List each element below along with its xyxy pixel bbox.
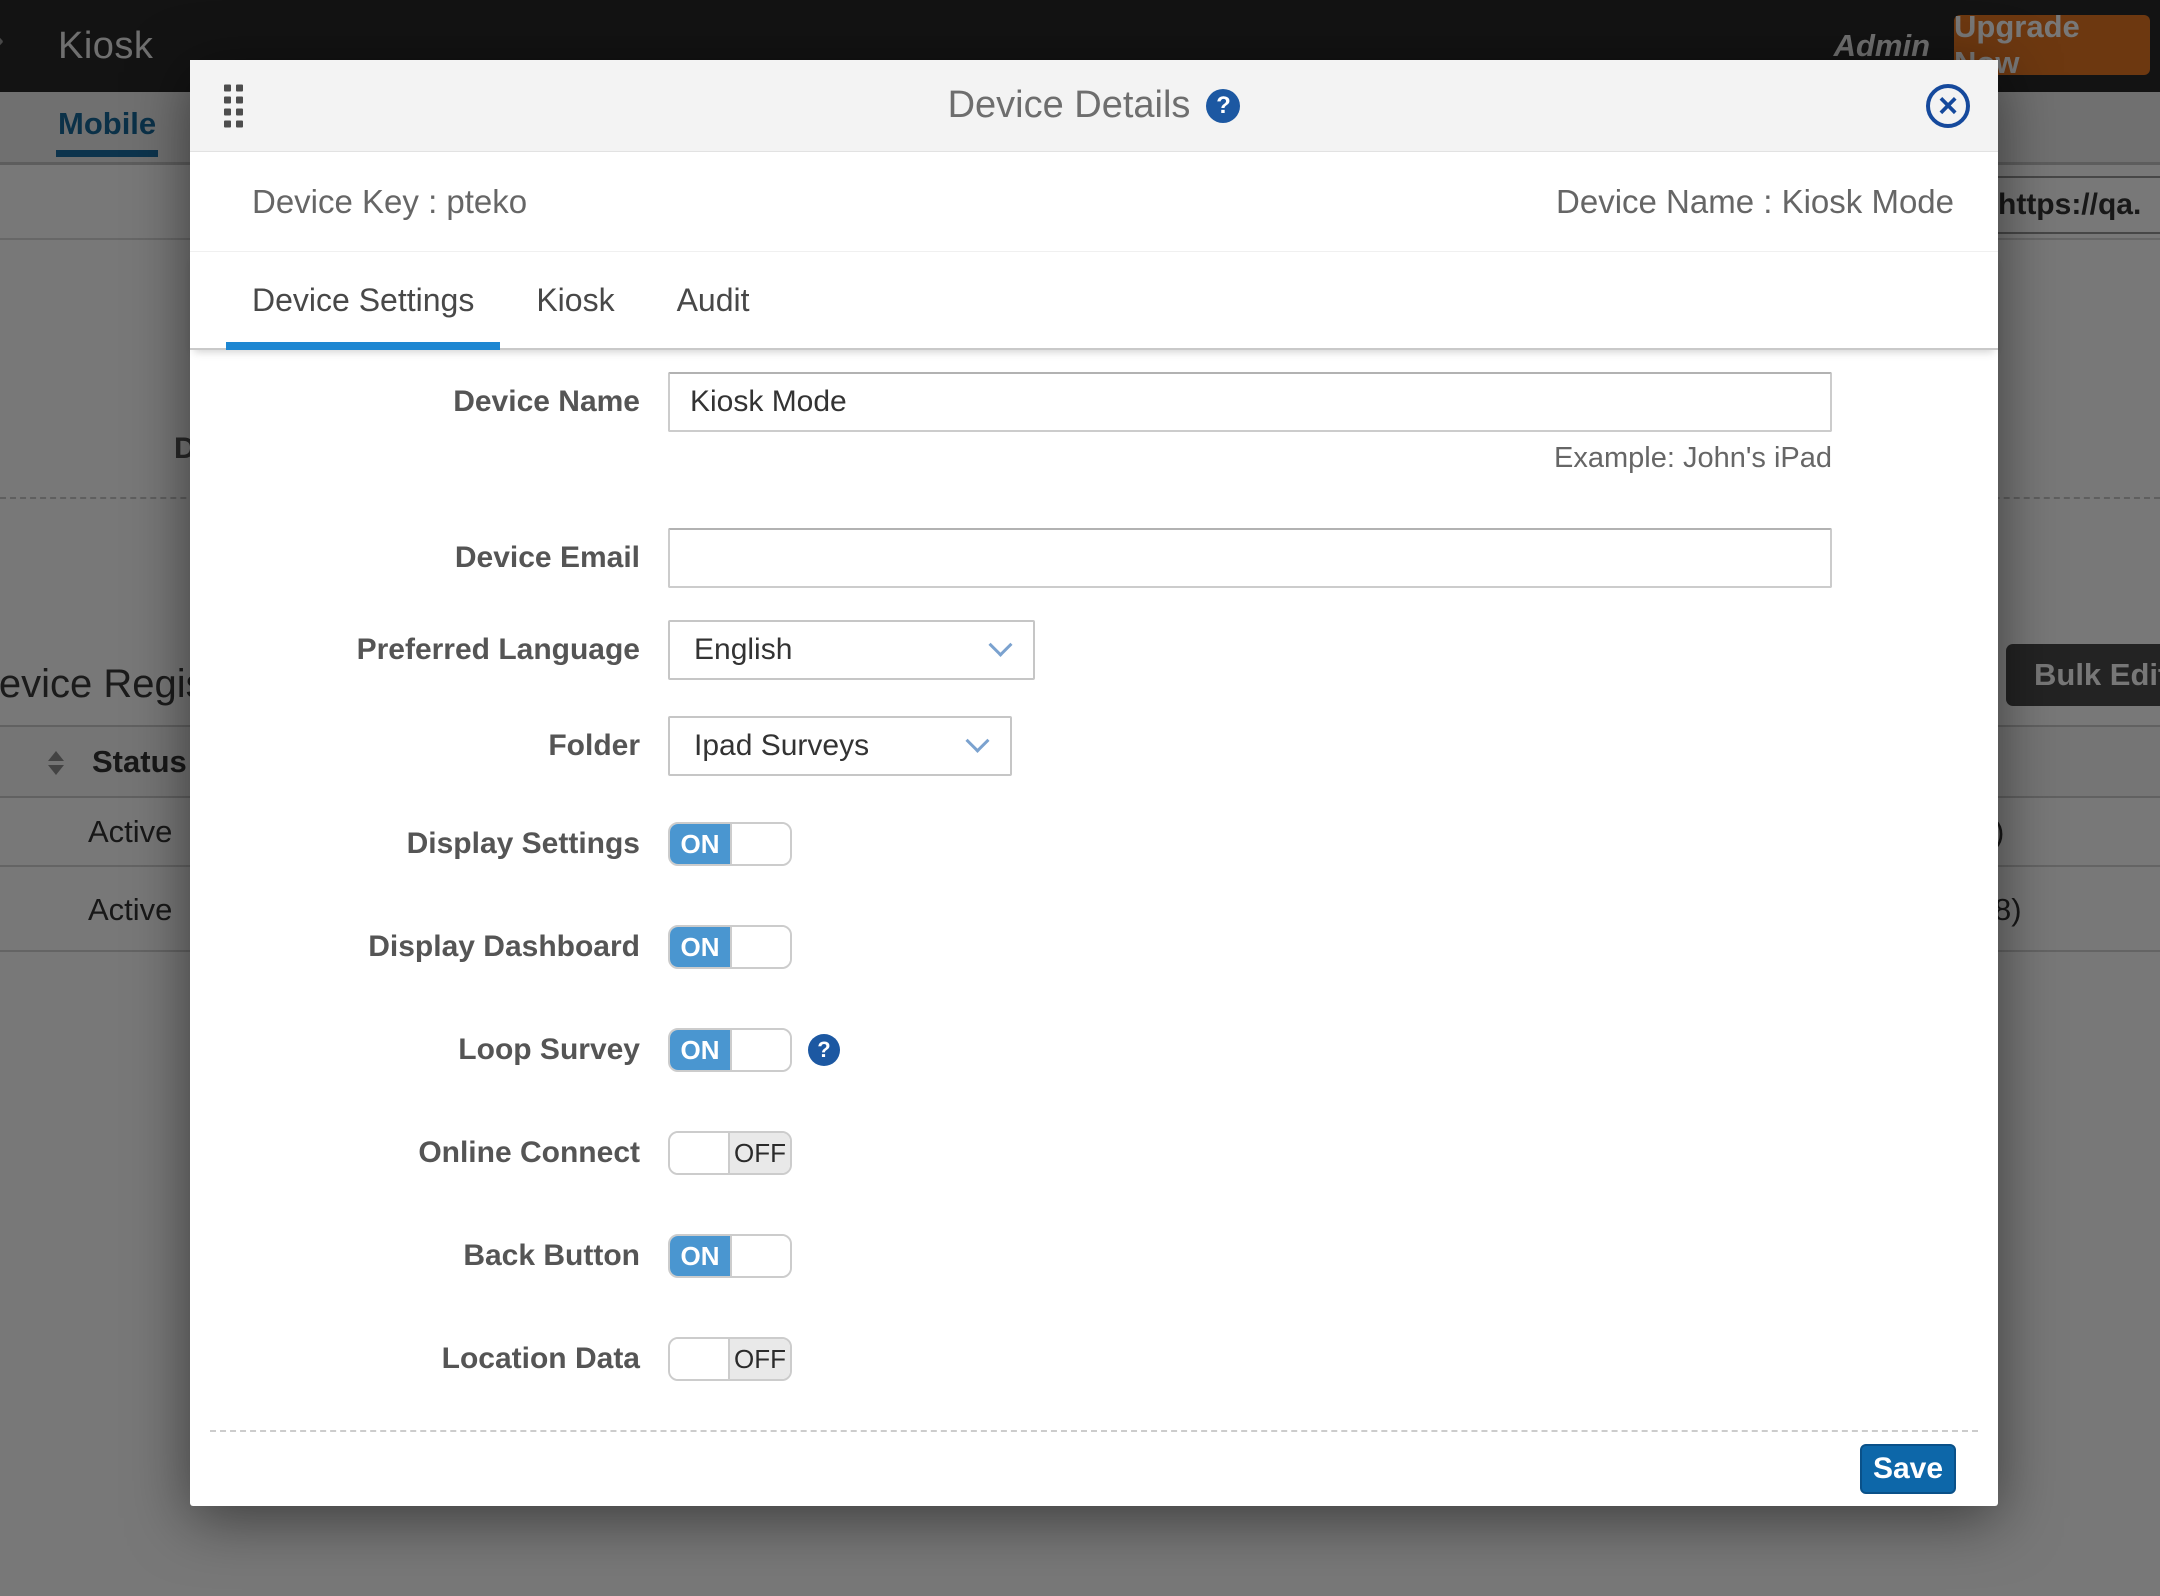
- device-details-modal: Device Details ? × Device Key : pteko De…: [190, 60, 1998, 1506]
- tab-audit[interactable]: Audit: [651, 252, 776, 348]
- device-name-input[interactable]: [668, 372, 1832, 432]
- folder-label: Folder: [190, 729, 668, 763]
- device-email-row: Device Email: [190, 528, 1998, 588]
- display-settings-row: Display Settings ON: [190, 822, 1998, 866]
- online-connect-row: Online Connect OFF: [190, 1131, 1998, 1175]
- device-key-row: Device Key : pteko Device Name : Kiosk M…: [190, 152, 1998, 252]
- modal-header: Device Details ? ×: [190, 60, 1998, 152]
- device-name-label: Device Name: [190, 385, 668, 419]
- toggle-on-label: ON: [670, 1030, 730, 1070]
- folder-row: Folder Ipad Surveys: [190, 716, 1998, 776]
- preferred-language-row: Preferred Language English: [190, 620, 1998, 680]
- toggle-knob: [730, 1236, 790, 1276]
- toggle-knob: [730, 824, 790, 864]
- preferred-language-value: English: [694, 633, 792, 667]
- device-email-input[interactable]: [668, 528, 1832, 588]
- toggle-off-label: OFF: [730, 1339, 790, 1379]
- display-dashboard-toggle[interactable]: ON: [668, 925, 792, 969]
- display-settings-toggle[interactable]: ON: [668, 822, 792, 866]
- chevron-down-icon: [988, 632, 1012, 656]
- online-connect-toggle[interactable]: OFF: [668, 1131, 792, 1175]
- folder-select[interactable]: Ipad Surveys: [668, 716, 1012, 776]
- display-dashboard-label: Display Dashboard: [190, 930, 668, 964]
- help-icon[interactable]: ?: [1206, 89, 1240, 123]
- preferred-language-label: Preferred Language: [190, 633, 668, 667]
- loop-survey-toggle[interactable]: ON: [668, 1028, 792, 1072]
- back-button-toggle[interactable]: ON: [668, 1234, 792, 1278]
- location-data-toggle[interactable]: OFF: [668, 1337, 792, 1381]
- chevron-down-icon: [965, 728, 989, 752]
- device-settings-form: Device Name Example: John's iPad Device …: [190, 350, 1998, 1381]
- modal-title: Device Details: [948, 84, 1191, 127]
- loop-survey-row: Loop Survey ON ?: [190, 1028, 1998, 1072]
- tab-device-settings[interactable]: Device Settings: [226, 252, 500, 348]
- online-connect-label: Online Connect: [190, 1136, 668, 1170]
- loop-survey-label: Loop Survey: [190, 1033, 668, 1067]
- back-button-label: Back Button: [190, 1239, 668, 1273]
- toggle-knob: [730, 927, 790, 967]
- device-name-row: Device Name: [190, 372, 1998, 432]
- tab-kiosk[interactable]: Kiosk: [510, 252, 640, 348]
- toggle-on-label: ON: [670, 824, 730, 864]
- drag-handle-icon[interactable]: [224, 84, 243, 127]
- display-settings-label: Display Settings: [190, 827, 668, 861]
- loop-survey-help-icon[interactable]: ?: [808, 1034, 840, 1066]
- save-button[interactable]: Save: [1860, 1444, 1956, 1494]
- location-data-row: Location Data OFF: [190, 1337, 1998, 1381]
- preferred-language-select[interactable]: English: [668, 620, 1035, 680]
- close-icon[interactable]: ×: [1926, 84, 1970, 128]
- toggle-knob: [730, 1030, 790, 1070]
- folder-value: Ipad Surveys: [694, 729, 869, 763]
- display-dashboard-row: Display Dashboard ON: [190, 925, 1998, 969]
- toggle-knob: [670, 1339, 730, 1379]
- toggle-off-label: OFF: [730, 1133, 790, 1173]
- device-key-text: Device Key : pteko: [252, 183, 527, 221]
- app-canvas: › Kiosk Admin Upgrade Now Mobile D Devic…: [0, 0, 2160, 1596]
- modal-tab-bar: Device Settings Kiosk Audit: [190, 252, 1998, 350]
- device-name-helper: Example: John's iPad: [190, 432, 1832, 484]
- back-button-row: Back Button ON: [190, 1234, 1998, 1278]
- toggle-on-label: ON: [670, 1236, 730, 1276]
- device-email-label: Device Email: [190, 541, 668, 575]
- location-data-label: Location Data: [190, 1342, 668, 1376]
- modal-footer: Save: [210, 1430, 1978, 1494]
- toggle-on-label: ON: [670, 927, 730, 967]
- device-name-text: Device Name : Kiosk Mode: [1556, 183, 1954, 221]
- toggle-knob: [670, 1133, 730, 1173]
